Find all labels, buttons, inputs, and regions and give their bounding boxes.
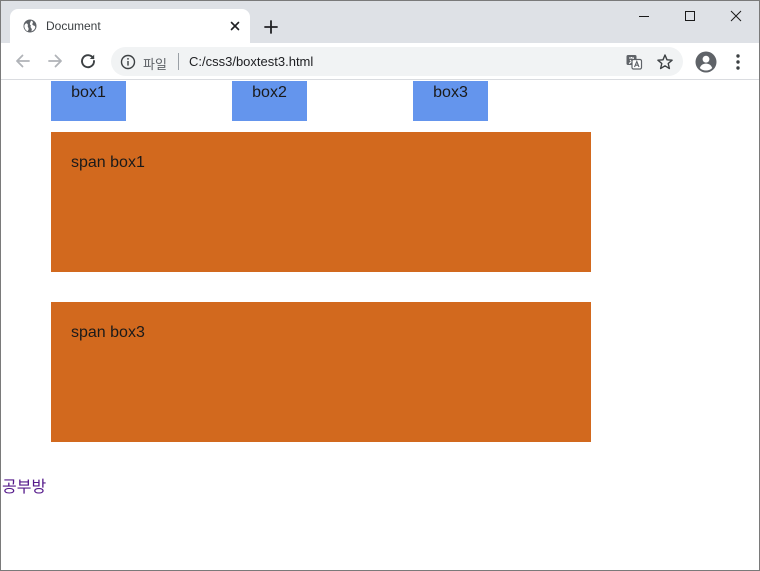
- kebab-menu-icon[interactable]: [729, 52, 747, 72]
- close-icon[interactable]: [227, 18, 243, 34]
- tab-title: Document: [46, 19, 101, 33]
- tab-strip: Document: [1, 1, 759, 43]
- url-text[interactable]: C:/css3/boxtest3.html: [189, 54, 313, 69]
- span-box-3-label: span box3: [71, 324, 145, 341]
- window-close-icon[interactable]: [713, 1, 759, 31]
- box-3: box3: [413, 81, 488, 121]
- info-icon[interactable]: [120, 54, 136, 70]
- scheme-label: 파일: [143, 58, 167, 73]
- url-separator: [178, 53, 179, 70]
- reload-icon[interactable]: [78, 51, 98, 71]
- star-icon[interactable]: [656, 53, 674, 71]
- span-box-1: span box1: [51, 132, 591, 272]
- forward-arrow-icon[interactable]: [45, 51, 65, 71]
- browser-toolbar: 파일 C:/css3/boxtest3.html: [1, 43, 759, 80]
- maximize-icon[interactable]: [667, 1, 713, 31]
- minimize-icon[interactable]: [621, 1, 667, 31]
- back-arrow-icon[interactable]: [13, 51, 33, 71]
- study-room-link[interactable]: 공부방: [2, 473, 46, 497]
- globe-icon: [23, 19, 37, 33]
- span-box-3: span box3: [51, 302, 591, 442]
- tab-document[interactable]: Document: [10, 9, 250, 43]
- profile-icon[interactable]: [695, 51, 717, 73]
- span-box-1-label: span box1: [71, 154, 145, 171]
- box-2: box2: [232, 81, 307, 121]
- page-viewport: box1 box2 box3 span box1 span box3 공부방: [1, 81, 759, 570]
- box-1: box1: [51, 81, 126, 121]
- translate-icon[interactable]: [625, 53, 643, 71]
- plus-icon[interactable]: [261, 17, 281, 37]
- browser-window: Document 파일 C:/css3/boxtest3.html box1 b…: [0, 0, 760, 571]
- address-bar[interactable]: 파일 C:/css3/boxtest3.html: [111, 47, 683, 76]
